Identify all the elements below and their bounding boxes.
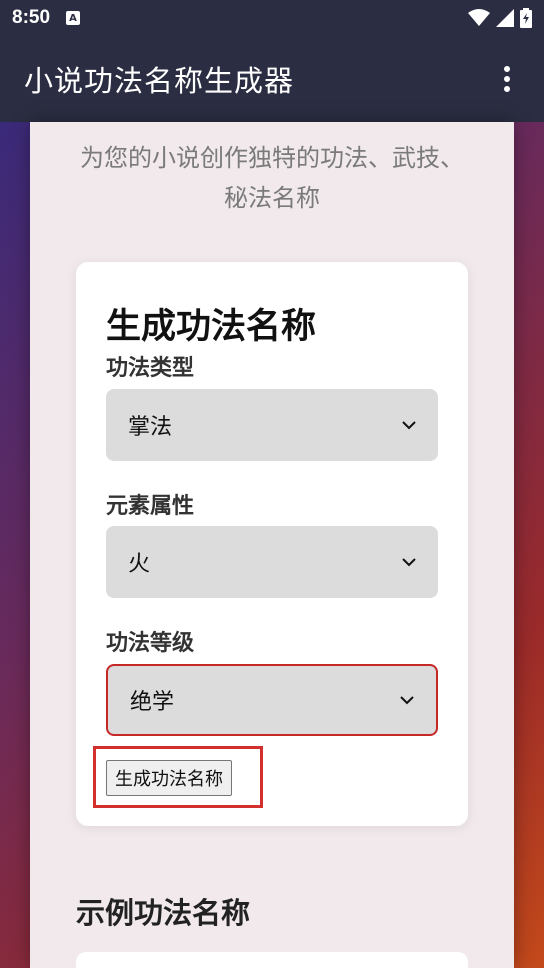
signal-icon: [496, 9, 514, 27]
wifi-icon: [468, 9, 490, 26]
element-attribute-select[interactable]: 火: [106, 526, 438, 598]
examples-card: [76, 952, 468, 968]
overflow-menu-icon[interactable]: [494, 60, 520, 98]
app-bar: 小说功法名称生成器: [0, 36, 544, 122]
generator-title: 生成功法名称: [106, 307, 317, 347]
technique-type-value: 掌法: [128, 415, 173, 440]
battery-icon: [520, 8, 532, 28]
page-subtitle: 为您的小说创作独特的功法、武技、秘法名称: [80, 144, 464, 212]
chevron-down-icon: [400, 696, 414, 705]
chevron-down-icon: [402, 421, 416, 430]
generate-name-button[interactable]: 生成功法名称: [106, 760, 232, 796]
technique-type-label: 功法类型: [106, 356, 195, 381]
status-time: 8:50: [12, 7, 51, 28]
examples-title: 示例功法名称: [76, 896, 251, 930]
element-attribute-label: 元素属性: [106, 494, 195, 519]
element-attribute-value: 火: [128, 552, 151, 577]
chevron-down-icon: [402, 558, 416, 567]
technique-level-label: 功法等级: [106, 631, 195, 656]
status-icons: [468, 8, 532, 28]
technique-level-value: 绝学: [130, 690, 175, 715]
app-title: 小说功法名称生成器: [24, 64, 295, 98]
technique-type-select[interactable]: 掌法: [106, 389, 438, 461]
technique-level-select[interactable]: 绝学: [106, 664, 438, 736]
status-bar: 8:50 A: [0, 0, 544, 36]
notification-icon: A: [66, 11, 81, 25]
